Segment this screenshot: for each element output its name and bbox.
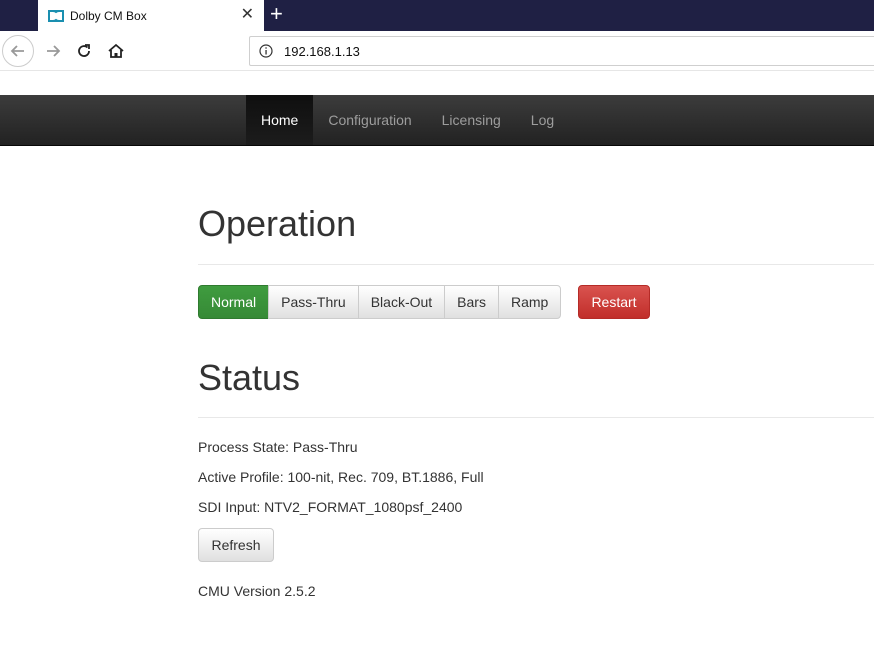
mode-button-group: Normal Pass-Thru Black-Out Bars Ramp	[198, 285, 562, 319]
url-text[interactable]: 192.168.1.13	[284, 44, 360, 59]
active-profile-text: Active Profile: 100-nit, Rec. 709, BT.18…	[198, 469, 484, 485]
mode-button-ramp[interactable]: Ramp	[497, 285, 562, 319]
cmu-version-text: CMU Version 2.5.2	[198, 583, 316, 599]
mode-button-bars[interactable]: Bars	[444, 285, 499, 319]
nav-item-home[interactable]: Home	[246, 95, 314, 145]
nav-item-log[interactable]: Log	[516, 95, 569, 145]
site-navbar: Home Configuration Licensing Log	[0, 95, 874, 146]
close-tab-icon[interactable]: ✕	[241, 6, 254, 24]
divider	[198, 264, 874, 265]
new-tab-icon[interactable]: +	[270, 1, 283, 27]
forward-icon[interactable]	[37, 35, 69, 67]
toolbar-gap	[0, 71, 874, 95]
nav-items: Home Configuration Licensing Log	[246, 95, 569, 145]
browser-toolbar: 192.168.1.13	[0, 31, 874, 71]
browser-tab[interactable]: Dolby CM Box ✕	[38, 0, 264, 31]
back-icon[interactable]	[2, 35, 34, 67]
status-heading: Status	[198, 357, 301, 398]
info-icon[interactable]	[258, 43, 274, 59]
refresh-button[interactable]: Refresh	[198, 528, 274, 562]
browser-tab-bar: Dolby CM Box ✕ +	[0, 0, 874, 31]
reload-icon[interactable]	[68, 35, 100, 67]
nav-item-configuration[interactable]: Configuration	[313, 95, 426, 145]
home-icon[interactable]	[100, 35, 132, 67]
nav-item-licensing[interactable]: Licensing	[427, 95, 516, 145]
divider	[198, 417, 874, 418]
tab-title: Dolby CM Box	[70, 8, 147, 23]
dolby-favicon-icon	[48, 8, 64, 24]
operation-heading: Operation	[198, 203, 357, 244]
process-state-text: Process State: Pass-Thru	[198, 439, 358, 455]
mode-button-normal[interactable]: Normal	[198, 285, 270, 319]
mode-button-pass-thru[interactable]: Pass-Thru	[268, 285, 359, 319]
sdi-input-text: SDI Input: NTV2_FORMAT_1080psf_2400	[198, 499, 463, 515]
restart-button[interactable]: Restart	[578, 285, 650, 319]
address-bar[interactable]: 192.168.1.13	[249, 36, 874, 66]
mode-button-black-out[interactable]: Black-Out	[357, 285, 446, 319]
